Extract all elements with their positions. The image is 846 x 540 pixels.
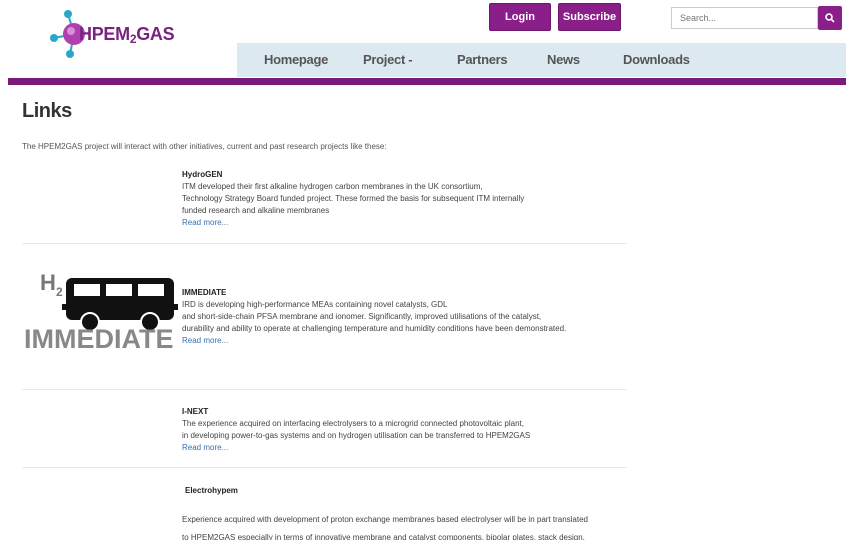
intro-text: The HPEM2GAS project will interact with …	[22, 142, 387, 151]
search-button[interactable]	[818, 6, 842, 30]
entry-text: ITM developed their first alkaline hydro…	[182, 182, 483, 191]
header-divider-bar	[8, 78, 846, 85]
divider	[22, 243, 627, 244]
immediate-logo: H 2 IMMEDIATE	[22, 268, 182, 358]
entry-text: The experience acquired on interfacing e…	[182, 419, 524, 428]
svg-text:2: 2	[56, 285, 63, 299]
page-title: Links	[22, 100, 72, 122]
entry-text: Technology Strategy Board funded project…	[182, 194, 525, 203]
entry-title: HydroGEN	[182, 170, 223, 179]
main-nav: Homepage Project - Partners News Downloa…	[237, 43, 846, 77]
read-more-link[interactable]: Read more...	[182, 217, 524, 229]
entry-text: IRD is developing high-performance MEAs …	[182, 300, 448, 309]
search-input[interactable]	[671, 7, 818, 29]
link-entry-hydrogen: HydroGEN ITM developed their first alkal…	[182, 169, 524, 229]
entry-text: and short-side-chain PFSA membrane and i…	[182, 312, 542, 321]
link-entry-i-next: I-NEXT The experience acquired on interf…	[182, 406, 530, 454]
entry-text: funded research and alkaline membranes	[182, 206, 330, 215]
svg-text:IMMEDIATE: IMMEDIATE	[24, 324, 174, 354]
svg-text:H: H	[40, 270, 56, 295]
divider	[22, 467, 627, 468]
subscribe-button[interactable]: Subscribe	[558, 3, 621, 31]
entry-title: I-NEXT	[182, 407, 209, 416]
read-more-link[interactable]: Read more...	[182, 442, 530, 454]
read-more-link[interactable]: Read more...	[182, 335, 566, 347]
nav-item-news[interactable]: News	[547, 52, 580, 67]
entry-title: IMMEDIATE	[182, 288, 227, 297]
site-logo[interactable]: HPEM2GAS	[48, 8, 188, 60]
nav-item-homepage[interactable]: Homepage	[264, 52, 328, 67]
entry-text: durability and ability to operate at cha…	[182, 324, 567, 333]
nav-item-downloads[interactable]: Downloads	[623, 52, 690, 67]
search-icon	[825, 13, 835, 23]
nav-item-partners[interactable]: Partners	[457, 52, 508, 67]
entry-text: in developing power-to-gas systems and o…	[182, 431, 531, 440]
login-button[interactable]: Login	[489, 3, 551, 31]
entry-text: Experience acquired with development of …	[182, 515, 589, 524]
divider	[22, 389, 627, 390]
link-entry-immediate: IMMEDIATE IRD is developing high-perform…	[182, 287, 566, 347]
logo-text: HPEM2GAS	[79, 24, 175, 46]
nav-item-project[interactable]: Project -	[363, 52, 413, 67]
immediate-bus-logo-icon: H 2 IMMEDIATE	[24, 270, 178, 354]
entry-text: to HPEM2GAS especially in terms of innov…	[182, 533, 585, 540]
entry-title: Electrohypem	[185, 486, 238, 495]
link-entry-electrohypem: Electrohypem Experience acquired with de…	[182, 484, 588, 540]
